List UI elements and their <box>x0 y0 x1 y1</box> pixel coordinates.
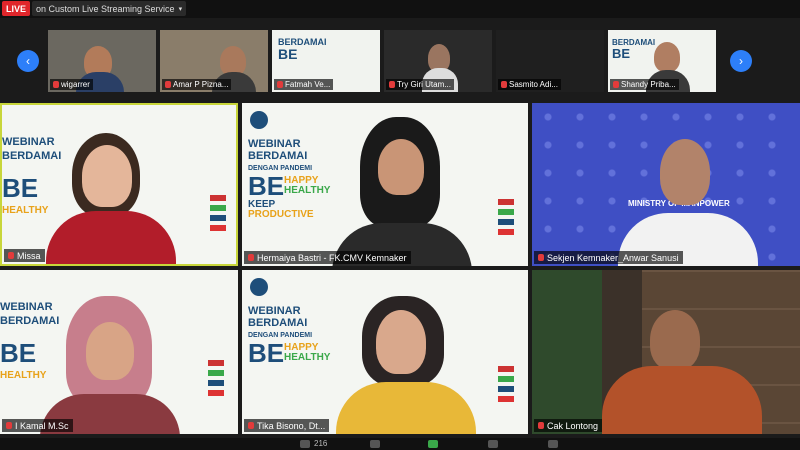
poster-logo <box>250 278 268 296</box>
participant-name: I Kamal M.Sc <box>2 419 73 432</box>
thumb-tile[interactable]: Sasmito Adi... <box>496 30 604 92</box>
participant-name: Missa <box>4 249 45 262</box>
chat-icon[interactable] <box>370 440 380 448</box>
prev-page-button[interactable]: ‹ <box>17 50 39 72</box>
video-tile[interactable]: Cak Lontong <box>532 270 800 434</box>
participant-name: Shandy Priba... <box>610 79 679 90</box>
participant-name: wigarrer <box>50 79 93 90</box>
participant-name: Cak Lontong <box>534 419 603 432</box>
video-tile[interactable]: WEBINAR BERDAMAI BE HEALTHY I Kamal M.Sc <box>0 270 238 434</box>
video-tile[interactable]: WEBINAR BERDAMAI DENGAN PANDEMI BE HAPPY… <box>242 270 528 434</box>
chevron-left-icon: ‹ <box>26 54 30 68</box>
plant-bg <box>532 270 602 434</box>
sponsor-logos <box>498 366 516 406</box>
mic-muted-icon <box>538 254 544 261</box>
mic-muted-icon <box>248 254 254 261</box>
mic-muted-icon <box>389 81 395 88</box>
mic-muted-icon <box>277 81 283 88</box>
share-screen-icon[interactable] <box>428 440 438 448</box>
next-page-button[interactable]: › <box>730 50 752 72</box>
participant-name: Tika Bisono, Dt... <box>244 419 330 432</box>
thumb-tile[interactable]: Try Giri Utam... <box>384 30 492 92</box>
thumb-tile[interactable]: BERDAMAI BE Fatmah Ve... <box>272 30 380 92</box>
video-tile[interactable]: MINISTRY OF MANPOWER Sekjen Kemnaker_Anw… <box>532 103 800 266</box>
mic-muted-icon <box>613 81 619 88</box>
reactions-icon[interactable] <box>548 440 558 448</box>
thumb-tile[interactable]: BERDAMAI BE Shandy Priba... <box>608 30 716 92</box>
mic-muted-icon <box>165 81 171 88</box>
poster-thumb-text: BERDAMAI BE <box>278 37 327 62</box>
live-stream-text: on Custom Live Streaming Service <box>36 3 175 14</box>
live-stream-label[interactable]: on Custom Live Streaming Service ▾ <box>32 1 187 16</box>
participant-strip: ‹ wigarrer Amar P Pizna... BERDAMAI BE Fa… <box>0 26 800 98</box>
participant-name: Hermaiya Bastri - FK.CMV Kemnaker <box>244 251 411 264</box>
chevron-right-icon: › <box>739 54 743 68</box>
poster-thumb-text: BERDAMAI BE <box>612 38 656 61</box>
record-icon[interactable] <box>488 440 498 448</box>
thumb-tile[interactable]: wigarrer <box>48 30 156 92</box>
participant-name: Sekjen Kemnaker_Anwar Sanusi <box>534 251 683 264</box>
live-badge[interactable]: LIVE <box>2 1 30 16</box>
mic-muted-icon <box>501 81 507 88</box>
mic-muted-icon <box>8 252 14 259</box>
top-bar: LIVE on Custom Live Streaming Service ▾ <box>0 0 800 18</box>
sponsor-logos <box>210 195 228 235</box>
mic-muted-icon <box>538 422 544 429</box>
mic-muted-icon <box>53 81 59 88</box>
sponsor-logos <box>498 199 516 239</box>
mic-muted-icon <box>6 422 12 429</box>
participants-icon[interactable] <box>300 440 310 448</box>
participant-name: Try Giri Utam... <box>386 79 454 90</box>
meeting-controls-bar: 216 <box>0 438 800 450</box>
poster-logo <box>250 111 268 129</box>
participant-name: Amar P Pizna... <box>162 79 232 90</box>
chevron-down-icon: ▾ <box>178 5 183 13</box>
video-tile[interactable]: WEBINAR BERDAMAI DENGAN PANDEMI BE HAPPY… <box>242 103 528 266</box>
video-tile-speaker[interactable]: WEBINAR BERDAMAI BE HEALTHY Missa <box>0 103 238 266</box>
mic-muted-icon <box>248 422 254 429</box>
participant-name: Fatmah Ve... <box>274 79 334 90</box>
sponsor-logos <box>208 360 226 400</box>
participant-name: Sasmito Adi... <box>498 79 561 90</box>
thumb-tile[interactable]: Amar P Pizna... <box>160 30 268 92</box>
participants-count: 216 <box>314 439 328 448</box>
